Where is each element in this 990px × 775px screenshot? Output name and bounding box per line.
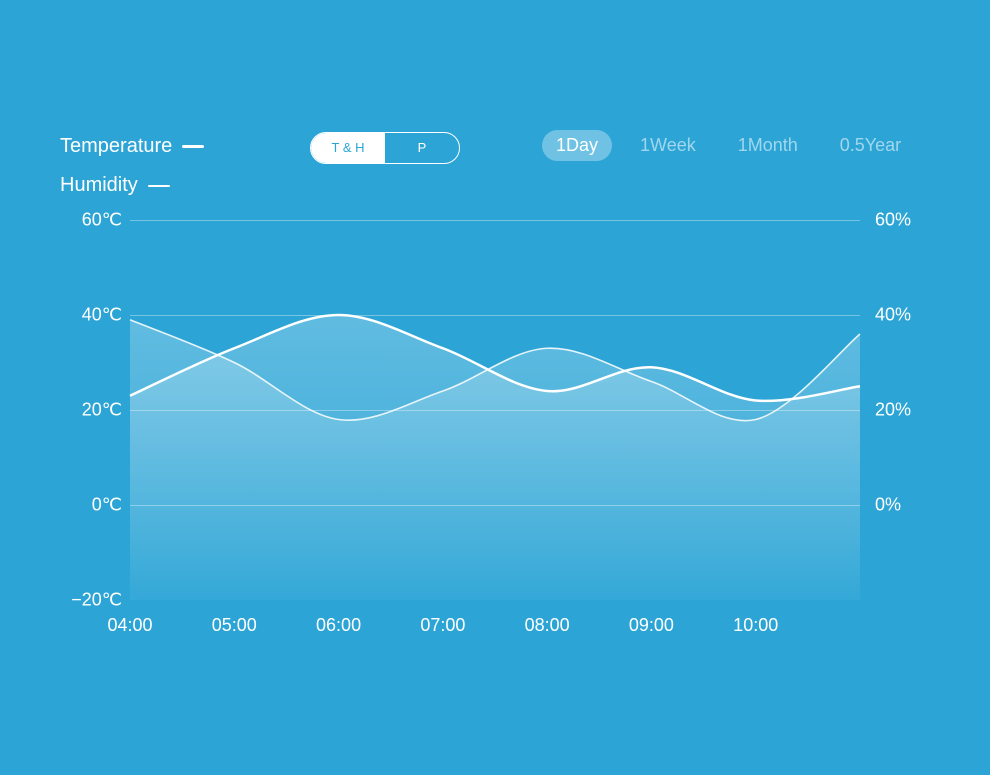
y-left-tick: 0℃ [60, 495, 122, 516]
y-right-tick: 0% [875, 495, 930, 516]
x-tick: 09:00 [629, 615, 674, 636]
legend-temperature-dash-icon [182, 145, 204, 148]
mode-pressure[interactable]: P [385, 133, 459, 163]
range-halfyear[interactable]: 0.5Year [826, 130, 915, 161]
range-1day[interactable]: 1Day [542, 130, 612, 161]
x-tick: 06:00 [316, 615, 361, 636]
chart-lines [130, 220, 860, 600]
legend-block: Temperature Humidity [60, 135, 204, 213]
legend-row-temperature: Temperature [60, 135, 204, 158]
y-left-tick: 40℃ [60, 305, 122, 326]
legend-humidity-label: Humidity [60, 174, 138, 197]
x-tick: 08:00 [525, 615, 570, 636]
range-1week[interactable]: 1Week [626, 130, 710, 161]
y-left-tick: 60℃ [60, 210, 122, 231]
x-tick: 05:00 [212, 615, 257, 636]
x-tick: 10:00 [733, 615, 778, 636]
range-1month[interactable]: 1Month [724, 130, 812, 161]
y-left-tick: −20℃ [60, 590, 122, 611]
chart-plot [130, 220, 860, 600]
y-left-tick: 20℃ [60, 400, 122, 421]
legend-temperature-label: Temperature [60, 135, 172, 158]
chart-area: −20℃0℃20℃40℃60℃ 0%20%40%60% 04:0005:0006… [60, 220, 930, 650]
time-range-group: 1Day 1Week 1Month 0.5Year [542, 130, 915, 161]
mode-temperature-humidity[interactable]: T & H [311, 133, 385, 163]
mode-toggle[interactable]: T & H P [310, 132, 460, 164]
x-tick: 04:00 [107, 615, 152, 636]
x-tick: 07:00 [420, 615, 465, 636]
y-right-tick: 40% [875, 305, 930, 326]
y-right-tick: 60% [875, 210, 930, 231]
legend-humidity-dash-icon [148, 185, 170, 187]
legend-row-humidity: Humidity [60, 174, 204, 197]
y-right-tick: 20% [875, 400, 930, 421]
